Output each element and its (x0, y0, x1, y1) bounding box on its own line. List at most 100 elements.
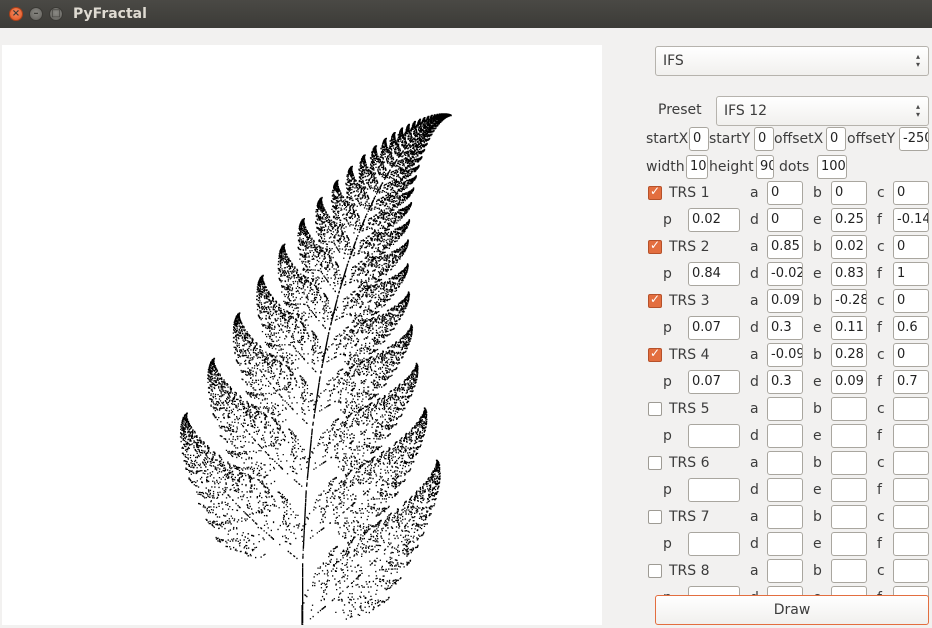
coef-label-a: a (750, 563, 759, 579)
trs6-b-input[interactable] (831, 451, 867, 475)
trs6-p-input[interactable] (688, 478, 740, 502)
trs4-f-input[interactable]: 0.7 (893, 370, 929, 394)
trs8-b-input[interactable] (831, 559, 867, 583)
coef-label-e: e (813, 482, 822, 498)
coef-label-d: d (750, 536, 759, 552)
trs6-checkbox[interactable] (648, 456, 662, 470)
param-label-dots: dots (779, 159, 810, 175)
trs3-p-input[interactable]: 0.07 (688, 316, 740, 340)
param-input-width[interactable]: 10 (686, 155, 708, 179)
coef-label-e: e (813, 266, 822, 282)
fractal-type-value: IFS (663, 53, 684, 69)
param-input-offsetx[interactable]: 0 (826, 127, 846, 151)
trs4-b-input[interactable]: 0.28 (831, 343, 867, 367)
trs4-label: TRS 4 (669, 347, 710, 363)
param-input-dots[interactable]: 100 (817, 155, 847, 179)
param-label-width: width (646, 159, 685, 175)
trs1-label: TRS 1 (669, 185, 710, 201)
trs5-d-input[interactable] (767, 424, 803, 448)
fractal-type-select[interactable]: IFS ▴ ▾ (655, 46, 929, 76)
coef-label-c: c (877, 509, 885, 525)
coef-label-b: b (813, 509, 822, 525)
preset-select[interactable]: IFS 12 ▴ ▾ (716, 96, 929, 126)
trs1-c-input[interactable]: 0 (893, 181, 929, 205)
trs2-b-input[interactable]: 0.02 (831, 235, 867, 259)
trs5-f-input[interactable] (893, 424, 929, 448)
trs7-checkbox[interactable] (648, 510, 662, 524)
coef-label-f: f (877, 536, 882, 552)
trs8-c-input[interactable] (893, 559, 929, 583)
coef-label-e: e (813, 212, 822, 228)
trs1-p-input[interactable]: 0.02 (688, 208, 740, 232)
trs7-d-input[interactable] (767, 532, 803, 556)
trs4-checkbox[interactable] (648, 346, 662, 362)
trs1-a-input[interactable]: 0 (767, 181, 803, 205)
trs6-e-input[interactable] (831, 478, 867, 502)
maximize-window-button[interactable]: □ (49, 7, 63, 21)
draw-button[interactable]: Draw (655, 595, 929, 625)
param-input-starty[interactable]: 0 (754, 127, 774, 151)
trs7-c-input[interactable] (893, 505, 929, 529)
trs7-a-input[interactable] (767, 505, 803, 529)
trs2-d-input[interactable]: -0.02 (767, 262, 803, 286)
coef-label-c: c (877, 293, 885, 309)
trs3-checkbox[interactable] (648, 292, 662, 308)
trs4-d-input[interactable]: 0.3 (767, 370, 803, 394)
coef-label-f: f (877, 212, 882, 228)
param-input-offsety[interactable]: -250 (899, 127, 929, 151)
trs4-p-input[interactable]: 0.07 (688, 370, 740, 394)
coef-label-b: b (813, 563, 822, 579)
trs1-d-input[interactable]: 0 (767, 208, 803, 232)
coef-label-f: f (877, 482, 882, 498)
trs3-b-input[interactable]: -0.28 (831, 289, 867, 313)
fern-fractal-image (179, 113, 452, 625)
trs8-a-input[interactable] (767, 559, 803, 583)
coef-label-c: c (877, 185, 885, 201)
trs2-f-input[interactable]: 1 (893, 262, 929, 286)
trs2-c-input[interactable]: 0 (893, 235, 929, 259)
trs7-f-input[interactable] (893, 532, 929, 556)
trs3-d-input[interactable]: 0.3 (767, 316, 803, 340)
coef-label-f: f (877, 374, 882, 390)
param-label-starty: startY (709, 131, 751, 147)
param-input-height[interactable]: 90 (756, 155, 774, 179)
trs3-f-input[interactable]: 0.6 (893, 316, 929, 340)
trs5-p-input[interactable] (688, 424, 740, 448)
trs1-e-input[interactable]: 0.25 (831, 208, 867, 232)
trs2-a-input[interactable]: 0.85 (767, 235, 803, 259)
trs3-e-input[interactable]: 0.11 (831, 316, 867, 340)
trs1-b-input[interactable]: 0 (831, 181, 867, 205)
trs6-d-input[interactable] (767, 478, 803, 502)
minimize-window-button[interactable]: – (29, 7, 43, 21)
trs1-checkbox[interactable] (648, 184, 662, 200)
trs6-a-input[interactable] (767, 451, 803, 475)
trs2-p-input[interactable]: 0.84 (688, 262, 740, 286)
trs2-checkbox[interactable] (648, 238, 662, 254)
close-window-button[interactable]: × (9, 7, 23, 21)
trs7-b-input[interactable] (831, 505, 867, 529)
trs3-c-input[interactable]: 0 (893, 289, 929, 313)
param-label-offsety: offsetY (847, 131, 896, 147)
trs2-e-input[interactable]: 0.83 (831, 262, 867, 286)
trs5-b-input[interactable] (831, 397, 867, 421)
trs5-a-input[interactable] (767, 397, 803, 421)
trs1-f-input[interactable]: -0.14 (893, 208, 929, 232)
trs4-e-input[interactable]: 0.09 (831, 370, 867, 394)
trs5-e-input[interactable] (831, 424, 867, 448)
coef-label-d: d (750, 482, 759, 498)
coef-label-p: p (663, 212, 672, 228)
trs5-checkbox[interactable] (648, 402, 662, 416)
trs7-e-input[interactable] (831, 532, 867, 556)
trs5-c-input[interactable] (893, 397, 929, 421)
trs4-a-input[interactable]: -0.09 (767, 343, 803, 367)
coef-label-a: a (750, 185, 759, 201)
trs6-c-input[interactable] (893, 451, 929, 475)
trs8-checkbox[interactable] (648, 564, 662, 578)
trs6-f-input[interactable] (893, 478, 929, 502)
trs7-p-input[interactable] (688, 532, 740, 556)
close-icon: × (11, 8, 21, 19)
trs4-c-input[interactable]: 0 (893, 343, 929, 367)
trs3-a-input[interactable]: 0.09 (767, 289, 803, 313)
param-input-startx[interactable]: 0 (689, 127, 709, 151)
param-label-offsetx: offsetX (774, 131, 824, 147)
